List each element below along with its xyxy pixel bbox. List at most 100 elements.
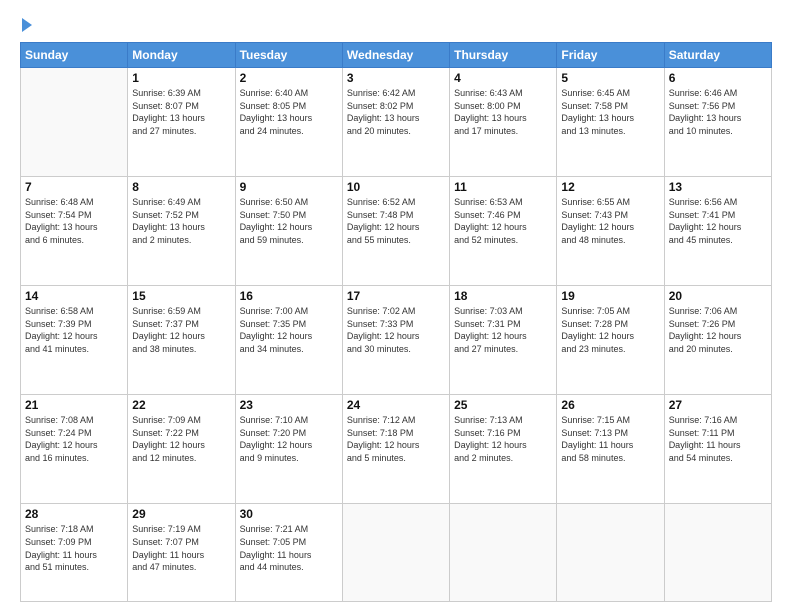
calendar-cell: 23 Sunrise: 7:10 AM Sunset: 7:20 PM Dayli… [235,395,342,504]
day-number: 18 [454,289,552,303]
calendar-cell [21,68,128,177]
day-number: 1 [132,71,230,85]
calendar-cell: 21 Sunrise: 7:08 AM Sunset: 7:24 PM Dayli… [21,395,128,504]
day-info: Sunrise: 7:05 AM Sunset: 7:28 PM Dayligh… [561,305,659,355]
calendar-cell: 15 Sunrise: 6:59 AM Sunset: 7:37 PM Dayli… [128,286,235,395]
week-row-1: 1 Sunrise: 6:39 AM Sunset: 8:07 PM Daylig… [21,68,772,177]
calendar-cell: 16 Sunrise: 7:00 AM Sunset: 7:35 PM Dayli… [235,286,342,395]
calendar-cell: 29 Sunrise: 7:19 AM Sunset: 7:07 PM Dayli… [128,504,235,602]
day-number: 20 [669,289,767,303]
day-number: 14 [25,289,123,303]
day-info: Sunrise: 6:43 AM Sunset: 8:00 PM Dayligh… [454,87,552,137]
day-number: 2 [240,71,338,85]
logo-triangle-icon [22,18,32,32]
day-number: 19 [561,289,659,303]
day-number: 6 [669,71,767,85]
day-info: Sunrise: 6:42 AM Sunset: 8:02 PM Dayligh… [347,87,445,137]
day-number: 17 [347,289,445,303]
calendar-cell: 14 Sunrise: 6:58 AM Sunset: 7:39 PM Dayli… [21,286,128,395]
day-number: 22 [132,398,230,412]
day-info: Sunrise: 6:52 AM Sunset: 7:48 PM Dayligh… [347,196,445,246]
calendar-cell: 24 Sunrise: 7:12 AM Sunset: 7:18 PM Dayli… [342,395,449,504]
day-info: Sunrise: 6:40 AM Sunset: 8:05 PM Dayligh… [240,87,338,137]
weekday-header-monday: Monday [128,43,235,68]
calendar-cell: 9 Sunrise: 6:50 AM Sunset: 7:50 PM Daylig… [235,177,342,286]
calendar-cell: 7 Sunrise: 6:48 AM Sunset: 7:54 PM Daylig… [21,177,128,286]
day-info: Sunrise: 6:45 AM Sunset: 7:58 PM Dayligh… [561,87,659,137]
day-info: Sunrise: 6:55 AM Sunset: 7:43 PM Dayligh… [561,196,659,246]
calendar-cell: 8 Sunrise: 6:49 AM Sunset: 7:52 PM Daylig… [128,177,235,286]
day-info: Sunrise: 7:00 AM Sunset: 7:35 PM Dayligh… [240,305,338,355]
calendar-cell [664,504,771,602]
day-info: Sunrise: 6:39 AM Sunset: 8:07 PM Dayligh… [132,87,230,137]
calendar-cell: 26Sunrise: 7:15 AM Sunset: 7:13 PM Dayli… [557,395,664,504]
calendar-cell: 6Sunrise: 6:46 AM Sunset: 7:56 PM Daylig… [664,68,771,177]
logo [20,18,32,32]
calendar-cell [557,504,664,602]
calendar-cell: 5 Sunrise: 6:45 AM Sunset: 7:58 PM Daylig… [557,68,664,177]
day-number: 15 [132,289,230,303]
day-number: 4 [454,71,552,85]
day-info: Sunrise: 6:58 AM Sunset: 7:39 PM Dayligh… [25,305,123,355]
week-row-2: 7 Sunrise: 6:48 AM Sunset: 7:54 PM Daylig… [21,177,772,286]
calendar-cell: 11Sunrise: 6:53 AM Sunset: 7:46 PM Dayli… [450,177,557,286]
day-number: 26 [561,398,659,412]
calendar-cell: 18Sunrise: 7:03 AM Sunset: 7:31 PM Dayli… [450,286,557,395]
calendar-cell [450,504,557,602]
day-info: Sunrise: 7:10 AM Sunset: 7:20 PM Dayligh… [240,414,338,464]
week-row-4: 21 Sunrise: 7:08 AM Sunset: 7:24 PM Dayli… [21,395,772,504]
day-info: Sunrise: 6:49 AM Sunset: 7:52 PM Dayligh… [132,196,230,246]
day-info: Sunrise: 7:08 AM Sunset: 7:24 PM Dayligh… [25,414,123,464]
calendar-table: SundayMondayTuesdayWednesdayThursdayFrid… [20,42,772,602]
day-info: Sunrise: 7:06 AM Sunset: 7:26 PM Dayligh… [669,305,767,355]
day-number: 23 [240,398,338,412]
day-info: Sunrise: 6:59 AM Sunset: 7:37 PM Dayligh… [132,305,230,355]
day-number: 30 [240,507,338,521]
calendar-cell: 20 Sunrise: 7:06 AM Sunset: 7:26 PM Dayli… [664,286,771,395]
day-info: Sunrise: 6:48 AM Sunset: 7:54 PM Dayligh… [25,196,123,246]
calendar-cell: 12 Sunrise: 6:55 AM Sunset: 7:43 PM Dayli… [557,177,664,286]
weekday-header-saturday: Saturday [664,43,771,68]
day-info: Sunrise: 6:50 AM Sunset: 7:50 PM Dayligh… [240,196,338,246]
day-number: 9 [240,180,338,194]
calendar-cell: 10Sunrise: 6:52 AM Sunset: 7:48 PM Dayli… [342,177,449,286]
calendar-cell: 22Sunrise: 7:09 AM Sunset: 7:22 PM Dayli… [128,395,235,504]
day-number: 16 [240,289,338,303]
day-info: Sunrise: 6:56 AM Sunset: 7:41 PM Dayligh… [669,196,767,246]
calendar-cell: 3 Sunrise: 6:42 AM Sunset: 8:02 PM Daylig… [342,68,449,177]
day-number: 8 [132,180,230,194]
calendar-cell: 13 Sunrise: 6:56 AM Sunset: 7:41 PM Dayli… [664,177,771,286]
week-row-3: 14 Sunrise: 6:58 AM Sunset: 7:39 PM Dayli… [21,286,772,395]
day-number: 13 [669,180,767,194]
page: SundayMondayTuesdayWednesdayThursdayFrid… [0,0,792,612]
day-number: 3 [347,71,445,85]
week-row-5: 28 Sunrise: 7:18 AM Sunset: 7:09 PM Dayli… [21,504,772,602]
day-number: 12 [561,180,659,194]
day-number: 21 [25,398,123,412]
weekday-header-thursday: Thursday [450,43,557,68]
weekday-header-sunday: Sunday [21,43,128,68]
calendar-cell: 2 Sunrise: 6:40 AM Sunset: 8:05 PM Daylig… [235,68,342,177]
calendar-cell: 4 Sunrise: 6:43 AM Sunset: 8:00 PM Daylig… [450,68,557,177]
day-number: 5 [561,71,659,85]
day-info: Sunrise: 7:18 AM Sunset: 7:09 PM Dayligh… [25,523,123,573]
day-info: Sunrise: 7:19 AM Sunset: 7:07 PM Dayligh… [132,523,230,573]
day-number: 25 [454,398,552,412]
day-number: 24 [347,398,445,412]
calendar-cell [342,504,449,602]
day-info: Sunrise: 7:16 AM Sunset: 7:11 PM Dayligh… [669,414,767,464]
weekday-header-friday: Friday [557,43,664,68]
weekday-header-wednesday: Wednesday [342,43,449,68]
day-number: 27 [669,398,767,412]
calendar-cell: 17 Sunrise: 7:02 AM Sunset: 7:33 PM Dayli… [342,286,449,395]
calendar-cell: 27 Sunrise: 7:16 AM Sunset: 7:11 PM Dayli… [664,395,771,504]
weekday-header-tuesday: Tuesday [235,43,342,68]
day-info: Sunrise: 6:53 AM Sunset: 7:46 PM Dayligh… [454,196,552,246]
weekday-header-row: SundayMondayTuesdayWednesdayThursdayFrid… [21,43,772,68]
day-number: 7 [25,180,123,194]
day-info: Sunrise: 7:12 AM Sunset: 7:18 PM Dayligh… [347,414,445,464]
day-number: 28 [25,507,123,521]
day-info: Sunrise: 7:02 AM Sunset: 7:33 PM Dayligh… [347,305,445,355]
day-number: 29 [132,507,230,521]
calendar-cell: 25Sunrise: 7:13 AM Sunset: 7:16 PM Dayli… [450,395,557,504]
